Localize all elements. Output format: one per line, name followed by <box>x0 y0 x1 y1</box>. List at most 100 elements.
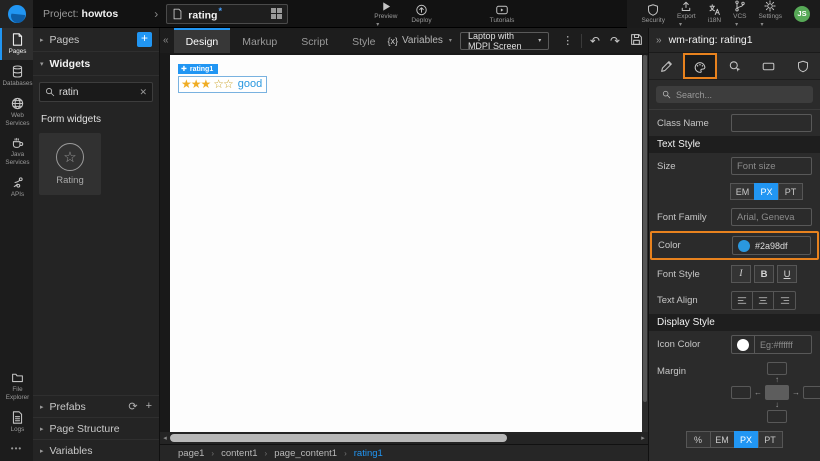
variables-section-header[interactable]: ▸ Variables <box>33 439 159 461</box>
bold-button[interactable]: B <box>754 265 774 283</box>
unit-percent-button[interactable]: % <box>686 431 711 448</box>
property-search[interactable]: Search... <box>656 86 813 103</box>
vcs-caret-icon[interactable]: ▾ <box>735 21 738 28</box>
variables-button[interactable]: {x} Variables ▾ <box>387 35 451 46</box>
color-swatch[interactable] <box>738 240 750 252</box>
font-size-input[interactable] <box>731 157 812 175</box>
export-button[interactable]: Export ▾ <box>677 0 696 28</box>
tab-markup[interactable]: Markup <box>230 28 289 53</box>
text-color-input[interactable]: #2a98df <box>732 236 811 255</box>
add-prefab-icon[interactable]: + <box>146 400 152 413</box>
unit-px-button[interactable]: PX <box>754 183 779 200</box>
sidebar-item-apis[interactable]: APIs <box>0 171 33 203</box>
scroll-right-arrow-icon[interactable]: ▸ <box>638 434 648 442</box>
font-family-input[interactable] <box>731 208 812 226</box>
breadcrumb-rating1[interactable]: rating1 <box>354 448 383 459</box>
preview-button[interactable]: Preview ▾ <box>374 0 397 28</box>
undo-button[interactable]: ↶ <box>585 34 605 48</box>
unit-em-button[interactable]: EM <box>710 431 735 448</box>
margin-left-input[interactable] <box>731 386 751 399</box>
sidebar-item-file-explorer[interactable]: File Explorer <box>0 366 33 406</box>
class-name-input[interactable] <box>731 114 812 132</box>
sidebar-item-logs[interactable]: Logs <box>0 406 33 438</box>
add-page-button[interactable]: + <box>137 32 152 47</box>
settings-caret-icon[interactable]: ▾ <box>761 21 764 28</box>
deploy-button[interactable]: Deploy <box>411 0 431 28</box>
export-caret-icon[interactable]: ▾ <box>679 21 682 28</box>
vertical-scroll-thumb[interactable] <box>643 55 647 402</box>
horizontal-scroll-thumb[interactable] <box>170 434 507 442</box>
widget-search[interactable]: ratin ✕ <box>39 82 153 102</box>
tutorials-button[interactable]: Tutorials <box>490 0 515 28</box>
collapse-right-panel-button[interactable]: » <box>649 35 669 46</box>
move-icon: ✚ <box>181 65 187 73</box>
canvas-page[interactable]: ✚ rating1 ★★★☆☆ good <box>170 55 642 432</box>
icon-color-swatch[interactable] <box>737 339 749 351</box>
underline-button[interactable]: U <box>777 265 797 283</box>
page-grid-icon[interactable] <box>271 8 282 19</box>
tutorials-video-icon <box>495 4 509 16</box>
refresh-prefabs-icon[interactable]: ⟳ <box>128 400 137 413</box>
align-right-button[interactable] <box>774 292 795 309</box>
vcs-button[interactable]: VCS ▾ <box>733 0 746 28</box>
scroll-left-arrow-icon[interactable]: ◂ <box>160 434 170 442</box>
unit-pt-button[interactable]: PT <box>778 183 803 200</box>
tab-events[interactable] <box>717 53 751 79</box>
breadcrumb-page-content1[interactable]: page_content1 <box>274 448 337 459</box>
tab-style[interactable]: Style <box>340 28 387 53</box>
canvas-more-menu-icon[interactable]: ⋮ <box>557 34 578 47</box>
security-button[interactable]: Security <box>641 0 664 28</box>
margin-bottom-input[interactable] <box>767 410 787 423</box>
margin-right-input[interactable] <box>803 386 820 399</box>
rail-more-icon[interactable]: ••• <box>0 438 33 461</box>
rating-widget-card[interactable]: ☆ Rating <box>39 133 101 195</box>
tab-script[interactable]: Script <box>289 28 340 53</box>
align-center-button[interactable] <box>753 292 774 309</box>
pages-section-header[interactable]: ▸ Pages + <box>33 28 159 52</box>
clear-search-icon[interactable]: ✕ <box>139 87 147 98</box>
app-logo[interactable] <box>0 0 33 28</box>
sidebar-item-databases[interactable]: Databases <box>0 60 33 92</box>
text-style-section-header[interactable]: Text Style <box>649 136 820 153</box>
widget-selection-tag[interactable]: ✚ rating1 <box>178 64 218 74</box>
breadcrumb-page1[interactable]: page1 <box>178 448 204 459</box>
tab-device[interactable] <box>752 53 786 79</box>
italic-button[interactable]: I <box>731 265 751 283</box>
unit-em-button[interactable]: EM <box>730 183 755 200</box>
widgets-section-header[interactable]: ▾ Widgets <box>33 52 159 76</box>
collapse-left-panel-button[interactable]: « <box>160 35 174 46</box>
rating-stars-filled[interactable]: ★★★ <box>181 77 210 91</box>
display-style-section-header[interactable]: Display Style <box>649 314 820 331</box>
settings-button[interactable]: Settings ▾ <box>759 0 783 28</box>
rating-widget-instance[interactable]: ✚ rating1 ★★★☆☆ good <box>178 58 267 93</box>
tab-styles[interactable] <box>683 53 717 79</box>
icon-color-input[interactable]: Eg:#ffffff <box>731 335 812 354</box>
widget-search-value[interactable]: ratin <box>59 87 135 98</box>
page-structure-section-header[interactable]: ▸ Page Structure <box>33 417 159 439</box>
prefabs-section-header[interactable]: ▸ Prefabs ⟳ + <box>33 395 159 417</box>
sidebar-item-web-services[interactable]: Web Services <box>0 92 33 132</box>
tab-security[interactable] <box>786 53 820 79</box>
tab-design[interactable]: Design <box>174 28 231 53</box>
rating-widget-body[interactable]: ★★★☆☆ good <box>178 76 267 93</box>
i18n-button[interactable]: i18N <box>708 0 721 28</box>
margin-top-input[interactable] <box>767 362 787 375</box>
device-selector-dropdown[interactable]: Laptop with MDPI Screen ▾ <box>460 32 549 50</box>
preview-caret-icon[interactable]: ▾ <box>376 21 379 28</box>
unit-px-button[interactable]: PX <box>734 431 759 448</box>
unit-pt-button[interactable]: PT <box>758 431 783 448</box>
sidebar-item-java-services[interactable]: Java Services <box>0 131 33 171</box>
active-page-selector[interactable]: rating* <box>166 4 288 24</box>
breadcrumb-content1[interactable]: content1 <box>221 448 257 459</box>
align-left-button[interactable] <box>732 292 753 309</box>
user-avatar[interactable]: JS <box>794 6 810 22</box>
tab-properties[interactable] <box>649 53 683 79</box>
design-canvas[interactable]: ✚ rating1 ★★★☆☆ good <box>160 53 648 432</box>
horizontal-scroll-track[interactable] <box>170 432 638 444</box>
redo-button[interactable]: ↷ <box>605 34 625 48</box>
sidebar-item-pages[interactable]: Pages <box>0 28 33 60</box>
text-color-value[interactable]: #2a98df <box>755 241 788 251</box>
save-button[interactable] <box>625 33 648 49</box>
canvas-horizontal-scrollbar[interactable]: ◂ ▸ <box>160 432 648 444</box>
rating-stars-empty[interactable]: ☆☆ <box>213 77 233 91</box>
